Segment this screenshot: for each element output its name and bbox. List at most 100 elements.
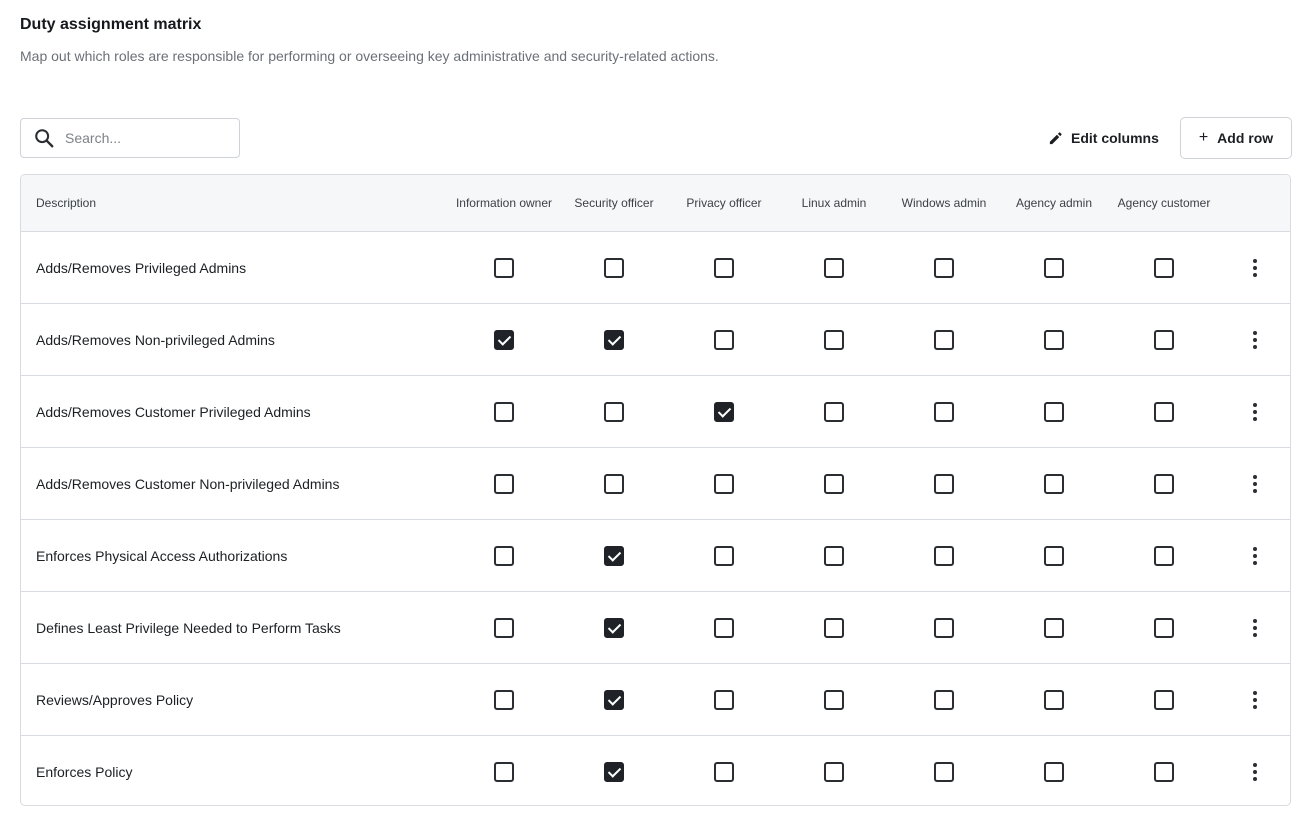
menu-dot [1253, 777, 1257, 781]
role-checkbox[interactable] [1154, 474, 1174, 494]
role-checkbox[interactable] [494, 402, 514, 422]
table-row: Adds/Removes Customer Privileged Admins [21, 376, 1290, 448]
more-vertical-icon[interactable] [1245, 614, 1265, 642]
menu-dot [1253, 489, 1257, 493]
role-checkbox[interactable] [934, 618, 954, 638]
role-checkbox[interactable] [1154, 690, 1174, 710]
role-checkbox[interactable] [1044, 690, 1064, 710]
role-checkbox[interactable] [1154, 258, 1174, 278]
role-checkbox[interactable] [604, 402, 624, 422]
table-row: Reviews/Approves Policy [21, 664, 1290, 736]
role-checkbox[interactable] [1044, 330, 1064, 350]
more-vertical-icon[interactable] [1245, 398, 1265, 426]
role-checkbox[interactable] [824, 618, 844, 638]
menu-dot [1253, 331, 1257, 335]
role-checkbox[interactable] [604, 258, 624, 278]
role-checkbox[interactable] [824, 474, 844, 494]
plus-icon: + [1198, 129, 1209, 146]
column-header-role: Agency customer [1117, 196, 1211, 210]
more-vertical-icon[interactable] [1245, 326, 1265, 354]
column-header-description: Description [36, 196, 97, 210]
role-checkbox[interactable] [714, 618, 734, 638]
edit-columns-button[interactable]: Edit columns [1040, 118, 1167, 158]
more-vertical-icon[interactable] [1245, 758, 1265, 786]
table-row: Adds/Removes Customer Non-privileged Adm… [21, 448, 1290, 520]
more-vertical-icon[interactable] [1245, 254, 1265, 282]
role-checkbox[interactable] [604, 474, 624, 494]
role-checkbox[interactable] [934, 690, 954, 710]
role-checkbox[interactable] [494, 474, 514, 494]
role-checkbox[interactable] [494, 546, 514, 566]
role-checkbox[interactable] [1154, 762, 1174, 782]
role-checkbox[interactable] [714, 546, 734, 566]
row-description: Adds/Removes Non-privileged Admins [36, 331, 275, 348]
add-row-button[interactable]: + Add row [1180, 117, 1292, 159]
role-checkbox[interactable] [824, 402, 844, 422]
table-row: Defines Least Privilege Needed to Perfor… [21, 592, 1290, 664]
role-checkbox[interactable] [604, 690, 624, 710]
role-checkbox[interactable] [714, 762, 734, 782]
menu-dot [1253, 338, 1257, 342]
role-checkbox[interactable] [494, 618, 514, 638]
menu-dot [1253, 482, 1257, 486]
role-checkbox[interactable] [934, 330, 954, 350]
duty-matrix-table: Description Information owner Security of… [20, 174, 1291, 806]
column-header-role: Information owner [455, 196, 553, 210]
role-checkbox[interactable] [1154, 546, 1174, 566]
more-vertical-icon[interactable] [1245, 686, 1265, 714]
page-subtitle: Map out which roles are responsible for … [20, 48, 719, 64]
role-checkbox[interactable] [1044, 258, 1064, 278]
role-checkbox[interactable] [604, 330, 624, 350]
menu-dot [1253, 410, 1257, 414]
role-checkbox[interactable] [824, 546, 844, 566]
search-input[interactable] [65, 130, 215, 146]
row-description: Defines Least Privilege Needed to Perfor… [36, 619, 341, 636]
role-checkbox[interactable] [494, 258, 514, 278]
role-checkbox[interactable] [1154, 618, 1174, 638]
role-checkbox[interactable] [824, 258, 844, 278]
duty-matrix-page: Duty assignment matrix Map out which rol… [0, 0, 1312, 829]
role-checkbox[interactable] [824, 330, 844, 350]
menu-dot [1253, 403, 1257, 407]
role-checkbox[interactable] [934, 474, 954, 494]
menu-dot [1253, 691, 1257, 695]
role-checkbox[interactable] [714, 690, 734, 710]
role-checkbox[interactable] [714, 402, 734, 422]
role-checkbox[interactable] [934, 258, 954, 278]
menu-dot [1253, 561, 1257, 565]
more-vertical-icon[interactable] [1245, 542, 1265, 570]
more-vertical-icon[interactable] [1245, 470, 1265, 498]
role-checkbox[interactable] [1044, 402, 1064, 422]
role-checkbox[interactable] [1044, 546, 1064, 566]
role-checkbox[interactable] [824, 690, 844, 710]
menu-dot [1253, 554, 1257, 558]
search-icon [35, 129, 54, 148]
role-checkbox[interactable] [494, 762, 514, 782]
role-checkbox[interactable] [714, 474, 734, 494]
column-header-role: Privacy officer [686, 196, 762, 210]
role-checkbox[interactable] [714, 258, 734, 278]
role-checkbox[interactable] [494, 330, 514, 350]
menu-dot [1253, 705, 1257, 709]
role-checkbox[interactable] [934, 402, 954, 422]
role-checkbox[interactable] [714, 330, 734, 350]
role-checkbox[interactable] [494, 690, 514, 710]
role-checkbox[interactable] [824, 762, 844, 782]
role-checkbox[interactable] [604, 762, 624, 782]
role-checkbox[interactable] [1044, 762, 1064, 782]
role-checkbox[interactable] [934, 546, 954, 566]
table-row: Enforces Policy [21, 736, 1290, 805]
role-checkbox[interactable] [604, 618, 624, 638]
role-checkbox[interactable] [1044, 474, 1064, 494]
role-checkbox[interactable] [1154, 402, 1174, 422]
column-header-role: Agency admin [1015, 196, 1093, 210]
role-checkbox[interactable] [934, 762, 954, 782]
row-description: Enforces Physical Access Authorizations [36, 547, 288, 564]
search-box[interactable] [20, 118, 240, 158]
row-description: Adds/Removes Customer Privileged Admins [36, 403, 311, 420]
role-checkbox[interactable] [1154, 330, 1174, 350]
role-checkbox[interactable] [604, 546, 624, 566]
role-checkbox[interactable] [1044, 618, 1064, 638]
menu-dot [1253, 475, 1257, 479]
row-description: Adds/Removes Customer Non-privileged Adm… [36, 475, 340, 492]
